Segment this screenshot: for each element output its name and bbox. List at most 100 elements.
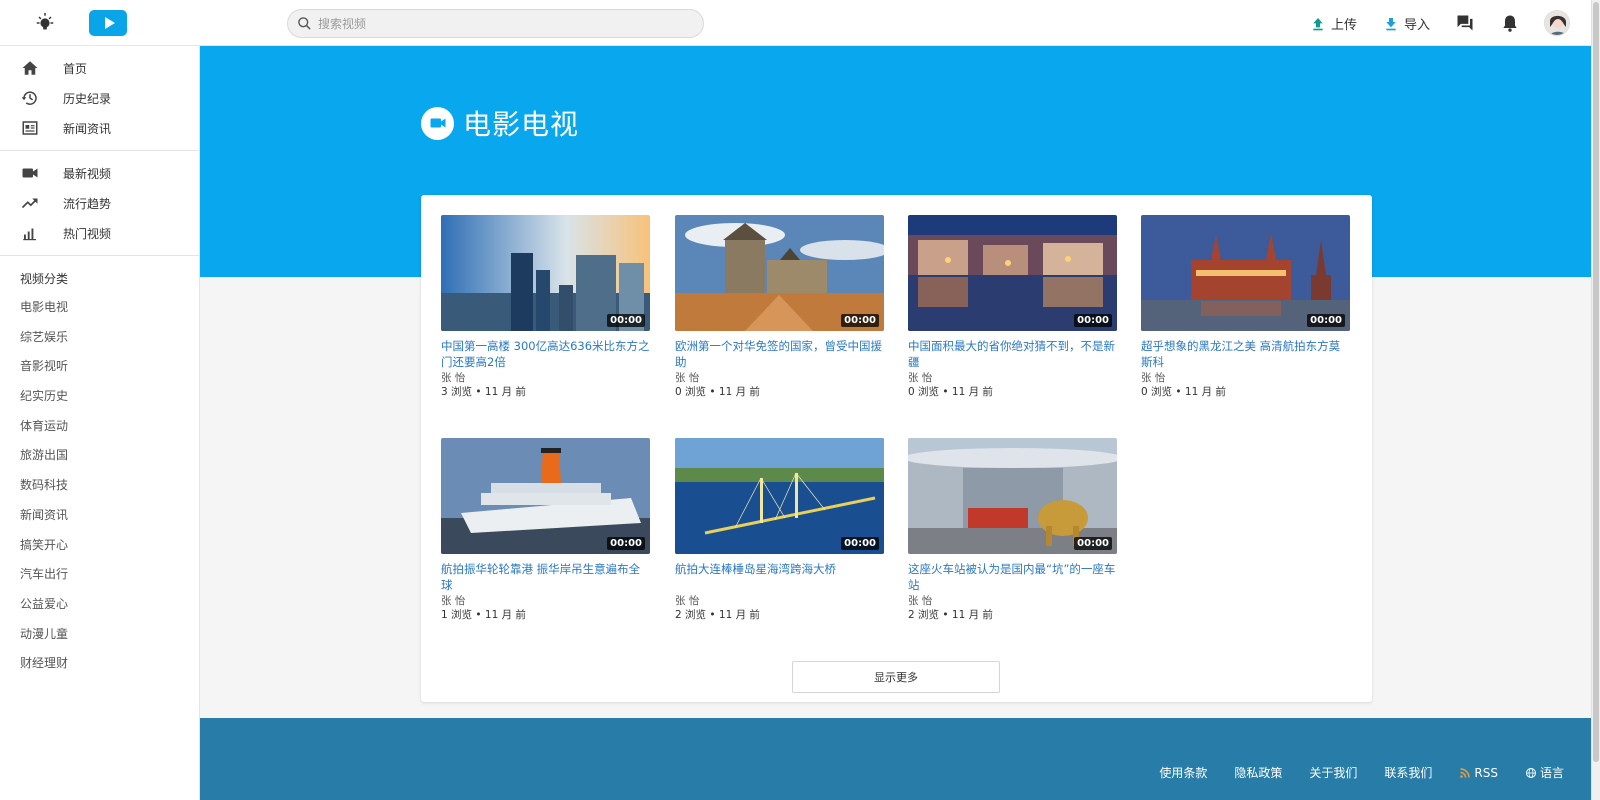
- category-item[interactable]: 旅游出国: [0, 441, 199, 471]
- category-item[interactable]: 搞笑开心: [0, 531, 199, 561]
- video-title[interactable]: 欧洲第一个对华免签的国家，曾受中国援助: [675, 338, 884, 370]
- video-author[interactable]: 张 怡: [908, 594, 1117, 608]
- category-item[interactable]: 综艺娱乐: [0, 323, 199, 353]
- video-title[interactable]: 航拍大连棒棰岛星海湾跨海大桥: [675, 561, 884, 593]
- history-icon: [21, 91, 37, 105]
- video-meta: 0 浏览 • 11 月 前: [675, 386, 760, 398]
- video-card[interactable]: 00:00 欧洲第一个对华免签的国家，曾受中国援助 张 怡 0 浏览 • 11 …: [675, 215, 884, 400]
- sidebar-item-trending[interactable]: 流行趋势: [0, 188, 199, 218]
- category-item[interactable]: 电影电视: [0, 293, 199, 323]
- footer-link-terms[interactable]: 使用条款: [1159, 764, 1207, 781]
- scrollbar-thumb[interactable]: [1593, 2, 1599, 762]
- lightbulb-icon[interactable]: [34, 12, 56, 34]
- sidebar-item-label: 新闻资讯: [63, 121, 112, 136]
- category-item[interactable]: 音影视听: [0, 352, 199, 382]
- home-icon: [22, 61, 38, 75]
- category-item[interactable]: 新闻资讯: [0, 501, 199, 531]
- video-meta: 2 浏览 • 11 月 前: [675, 609, 760, 621]
- footer-link-contact[interactable]: 联系我们: [1384, 764, 1432, 781]
- video-camera-icon: [421, 106, 454, 140]
- video-card[interactable]: 00:00 超乎想象的黑龙江之美 高清航拍东方莫斯科 张 怡 0 浏览 • 11…: [1141, 215, 1350, 400]
- video-title[interactable]: 中国面积最大的省你绝对猜不到，不是新疆: [908, 338, 1117, 370]
- video-thumbnail[interactable]: 00:00: [441, 215, 650, 331]
- video-author[interactable]: 张 怡: [675, 594, 884, 608]
- user-avatar-image: [1545, 11, 1569, 35]
- footer-link-rss[interactable]: RSS: [1459, 764, 1498, 781]
- category-item[interactable]: 公益爱心: [0, 590, 199, 620]
- sidebar-item-news[interactable]: 新闻资讯: [0, 113, 199, 143]
- video-card[interactable]: 00:00 航拍振华轮轮靠港 振华岸吊生意遍布全球 张 怡 1 浏览 • 11 …: [441, 438, 650, 623]
- bell-icon[interactable]: [1500, 13, 1520, 33]
- video-author[interactable]: 张 怡: [908, 371, 1117, 385]
- video-meta: 1 浏览 • 11 月 前: [441, 609, 526, 621]
- category-item[interactable]: 汽车出行: [0, 560, 199, 590]
- search-bar[interactable]: [287, 9, 704, 38]
- upload-button[interactable]: 上传: [1310, 14, 1357, 33]
- video-thumbnail[interactable]: 00:00: [908, 215, 1117, 331]
- footer-link-language[interactable]: 语言: [1525, 764, 1564, 781]
- video-card[interactable]: 00:00 中国面积最大的省你绝对猜不到，不是新疆 张 怡 0 浏览 • 11 …: [908, 215, 1117, 400]
- video-duration: 00:00: [1074, 314, 1112, 327]
- page-scrollbar[interactable]: [1591, 0, 1600, 800]
- video-author[interactable]: 张 怡: [1141, 371, 1350, 385]
- category-item[interactable]: 体育运动: [0, 412, 199, 442]
- sidebar-item-label: 历史纪录: [63, 91, 112, 106]
- bar-chart-icon: [23, 228, 36, 241]
- video-thumbnail[interactable]: 00:00: [908, 438, 1117, 554]
- sidebar-item-latest[interactable]: 最新视频: [0, 158, 199, 188]
- category-item[interactable]: 动漫儿童: [0, 620, 199, 650]
- video-meta: 3 浏览 • 11 月 前: [441, 386, 526, 398]
- play-icon: [104, 17, 115, 29]
- video-card[interactable]: 00:00 中国第一高楼 300亿高达636米比东方之门还要高2倍 张 怡 3 …: [441, 215, 650, 400]
- upload-label: 上传: [1331, 18, 1358, 33]
- search-input[interactable]: [318, 16, 688, 31]
- sidebar-item-history[interactable]: 历史纪录: [0, 83, 199, 113]
- video-card[interactable]: 00:00 航拍大连棒棰岛星海湾跨海大桥 张 怡 2 浏览 • 11 月 前: [675, 438, 884, 623]
- video-duration: 00:00: [607, 537, 645, 550]
- footer-link-privacy[interactable]: 隐私政策: [1234, 764, 1282, 781]
- download-icon: [1386, 17, 1396, 30]
- show-more-button[interactable]: 显示更多: [792, 661, 1000, 693]
- category-list: 电影电视 综艺娱乐 音影视听 纪实历史 体育运动 旅游出国 数码科技 新闻资讯 …: [0, 293, 199, 679]
- category-item[interactable]: 财经理财: [0, 649, 199, 679]
- sidebar-item-popular[interactable]: 热门视频: [0, 218, 199, 248]
- page-title-text: 电影电视: [463, 108, 580, 141]
- video-thumbnail[interactable]: 00:00: [441, 438, 650, 554]
- globe-icon: [1525, 767, 1536, 778]
- video-meta: 0 浏览 • 11 月 前: [908, 386, 993, 398]
- category-item[interactable]: 数码科技: [0, 471, 199, 501]
- video-title[interactable]: 航拍振华轮轮靠港 振华岸吊生意遍布全球: [441, 561, 650, 593]
- page-title: 电影电视: [421, 103, 579, 143]
- avatar[interactable]: [1544, 10, 1570, 36]
- video-thumbnail[interactable]: 00:00: [675, 215, 884, 331]
- video-meta: 0 浏览 • 11 月 前: [1141, 386, 1226, 398]
- video-author[interactable]: 张 怡: [675, 371, 884, 385]
- video-duration: 00:00: [1307, 314, 1345, 327]
- video-card[interactable]: 00:00 这座火车站被认为是国内最“坑”的一座车站 张 怡 2 浏览 • 11…: [908, 438, 1117, 623]
- category-item[interactable]: 纪实历史: [0, 382, 199, 412]
- footer-link-about[interactable]: 关于我们: [1309, 764, 1357, 781]
- logo-play-button[interactable]: [89, 10, 127, 36]
- video-author[interactable]: 张 怡: [441, 594, 650, 608]
- video-title[interactable]: 超乎想象的黑龙江之美 高清航拍东方莫斯科: [1141, 338, 1350, 370]
- sidebar-main-nav: 首页 历史纪录 新闻资讯: [0, 46, 199, 151]
- trending-icon: [21, 198, 38, 209]
- search-icon: [298, 17, 311, 30]
- sidebar-item-home[interactable]: 首页: [0, 53, 199, 83]
- video-duration: 00:00: [607, 314, 645, 327]
- news-icon: [22, 121, 38, 135]
- import-button[interactable]: 导入: [1383, 14, 1430, 33]
- video-thumbnail[interactable]: 00:00: [1141, 215, 1350, 331]
- video-duration: 00:00: [841, 314, 879, 327]
- top-bar: 上传 导入: [0, 0, 1591, 46]
- rss-label: RSS: [1474, 765, 1498, 780]
- video-title[interactable]: 中国第一高楼 300亿高达636米比东方之门还要高2倍: [441, 338, 650, 370]
- sidebar: 首页 历史纪录 新闻资讯 最新视频 流行趋势 热门视频 视频分类 电影电视 综艺…: [0, 46, 200, 800]
- sidebar-video-nav: 最新视频 流行趋势 热门视频: [0, 151, 199, 256]
- import-label: 导入: [1404, 18, 1431, 33]
- video-thumbnail[interactable]: 00:00: [675, 438, 884, 554]
- video-title[interactable]: 这座火车站被认为是国内最“坑”的一座车站: [908, 561, 1117, 593]
- video-author[interactable]: 张 怡: [441, 371, 650, 385]
- footer-links: 使用条款 隐私政策 关于我们 联系我们 RSS 语言: [1159, 764, 1591, 781]
- chat-icon[interactable]: [1455, 13, 1475, 33]
